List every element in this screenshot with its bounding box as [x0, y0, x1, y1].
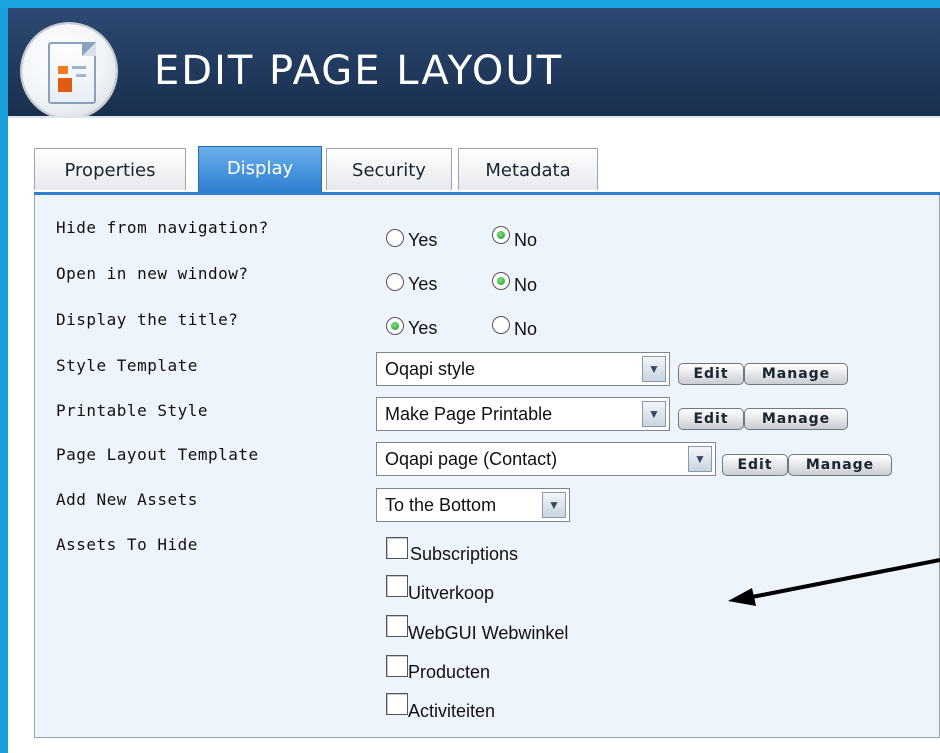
annotation-arrow	[728, 558, 940, 606]
